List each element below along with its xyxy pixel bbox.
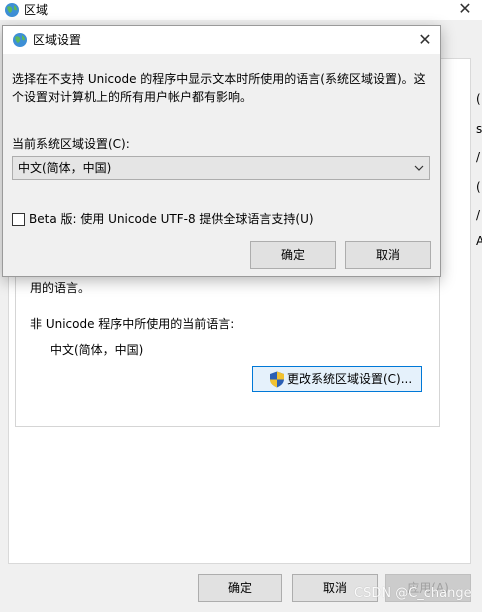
dialog-close-icon[interactable]: ✕ [413, 29, 437, 51]
non-unicode-label: 非 Unicode 程序中所使用的当前语言: [30, 317, 235, 331]
non-unicode-value: 中文(简体，中国) [50, 343, 144, 357]
change-system-locale-button[interactable]: 更改系统区域设置(C)... [252, 366, 422, 392]
csdn-watermark: CSDN @C_change [354, 586, 472, 601]
non-unicode-group-text: 用的语言。 [30, 281, 91, 295]
uac-shield-icon [270, 371, 284, 388]
dialog-title: 区域设置 [33, 33, 82, 47]
beta-utf8-label[interactable]: Beta 版: 使用 Unicode UTF-8 提供全球语言支持(U) [29, 211, 314, 227]
right-edge-text-5: / [476, 208, 481, 222]
region-settings-dialog: 区域设置 ✕ 选择在不支持 Unicode 的程序中显示文本时所使用的语言(系统… [2, 25, 441, 277]
region-window-titlebar: 区域 ✕ [0, 0, 482, 20]
beta-utf8-checkbox[interactable] [12, 213, 25, 226]
region-window-close-icon[interactable]: ✕ [452, 0, 478, 20]
change-system-locale-label: 更改系统区域设置(C)... [287, 372, 413, 386]
current-locale-select[interactable]: 中文(简体，中国) [12, 156, 430, 180]
right-edge-text-3: / [476, 150, 481, 164]
chevron-down-icon [414, 165, 424, 171]
dialog-titlebar: 区域设置 ✕ [3, 26, 440, 54]
right-edge-text-2: s [476, 122, 482, 136]
region-window-title: 区域 [24, 3, 49, 17]
right-edge-text-1: ( [476, 92, 481, 106]
dialog-cancel-button[interactable]: 取消 [345, 241, 431, 269]
right-edge-text-4: ( [476, 180, 481, 194]
current-locale-label: 当前系统区域设置(C): [12, 137, 130, 151]
dialog-description: 选择在不支持 Unicode 的程序中显示文本时所使用的语言(系统区域设置)。这… [12, 72, 426, 104]
globe-icon [13, 33, 27, 47]
region-ok-button[interactable]: 确定 [198, 574, 282, 602]
right-edge-text-6: A [476, 234, 482, 248]
current-locale-value: 中文(简体，中国) [18, 161, 112, 175]
globe-icon [5, 3, 19, 17]
dialog-ok-button[interactable]: 确定 [250, 241, 336, 269]
